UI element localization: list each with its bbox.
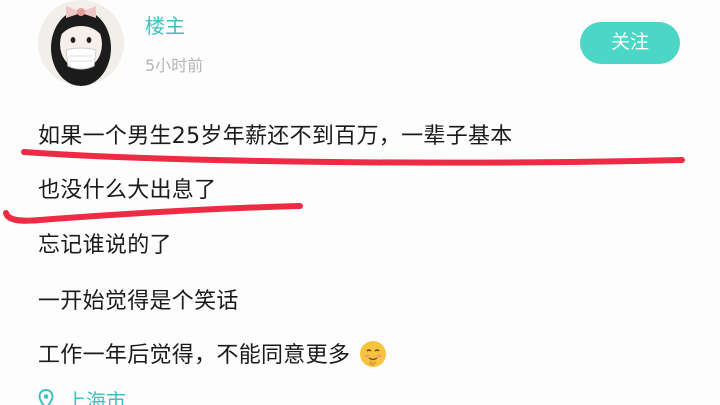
location-pin-icon (38, 389, 54, 405)
post-text-line-with-emoji: 工作一年后觉得，不能同意更多 (38, 337, 386, 369)
grinning-blush-face-icon (359, 341, 386, 367)
post-text-line: 如果一个男生25岁年薪还不到百万，一辈子基本 (38, 124, 513, 149)
underline-stroke (3, 203, 303, 224)
post-timestamp: 5小时前 (145, 56, 204, 75)
post-text-line: 也没什么大出息了 (38, 178, 217, 203)
post-text-line: 一开始觉得是个笑话 (38, 289, 239, 314)
avatar[interactable] (38, 0, 124, 86)
username[interactable]: 楼主 (145, 10, 185, 39)
avatar-illustration-icon (51, 6, 111, 86)
underline-stroke (21, 149, 685, 166)
emoji-face-drawing (360, 341, 385, 367)
post-screen: 楼主 5小时前 关注 如果一个男生25岁年薪还不到百万，一辈子基本 也没什么大出… (0, 0, 720, 405)
post-text-line: 工作一年后觉得，不能同意更多 (38, 343, 351, 368)
post-text-line: 忘记谁说的了 (38, 233, 172, 258)
location-text: 上海市 (66, 389, 126, 405)
follow-button[interactable]: 关注 (580, 22, 680, 64)
